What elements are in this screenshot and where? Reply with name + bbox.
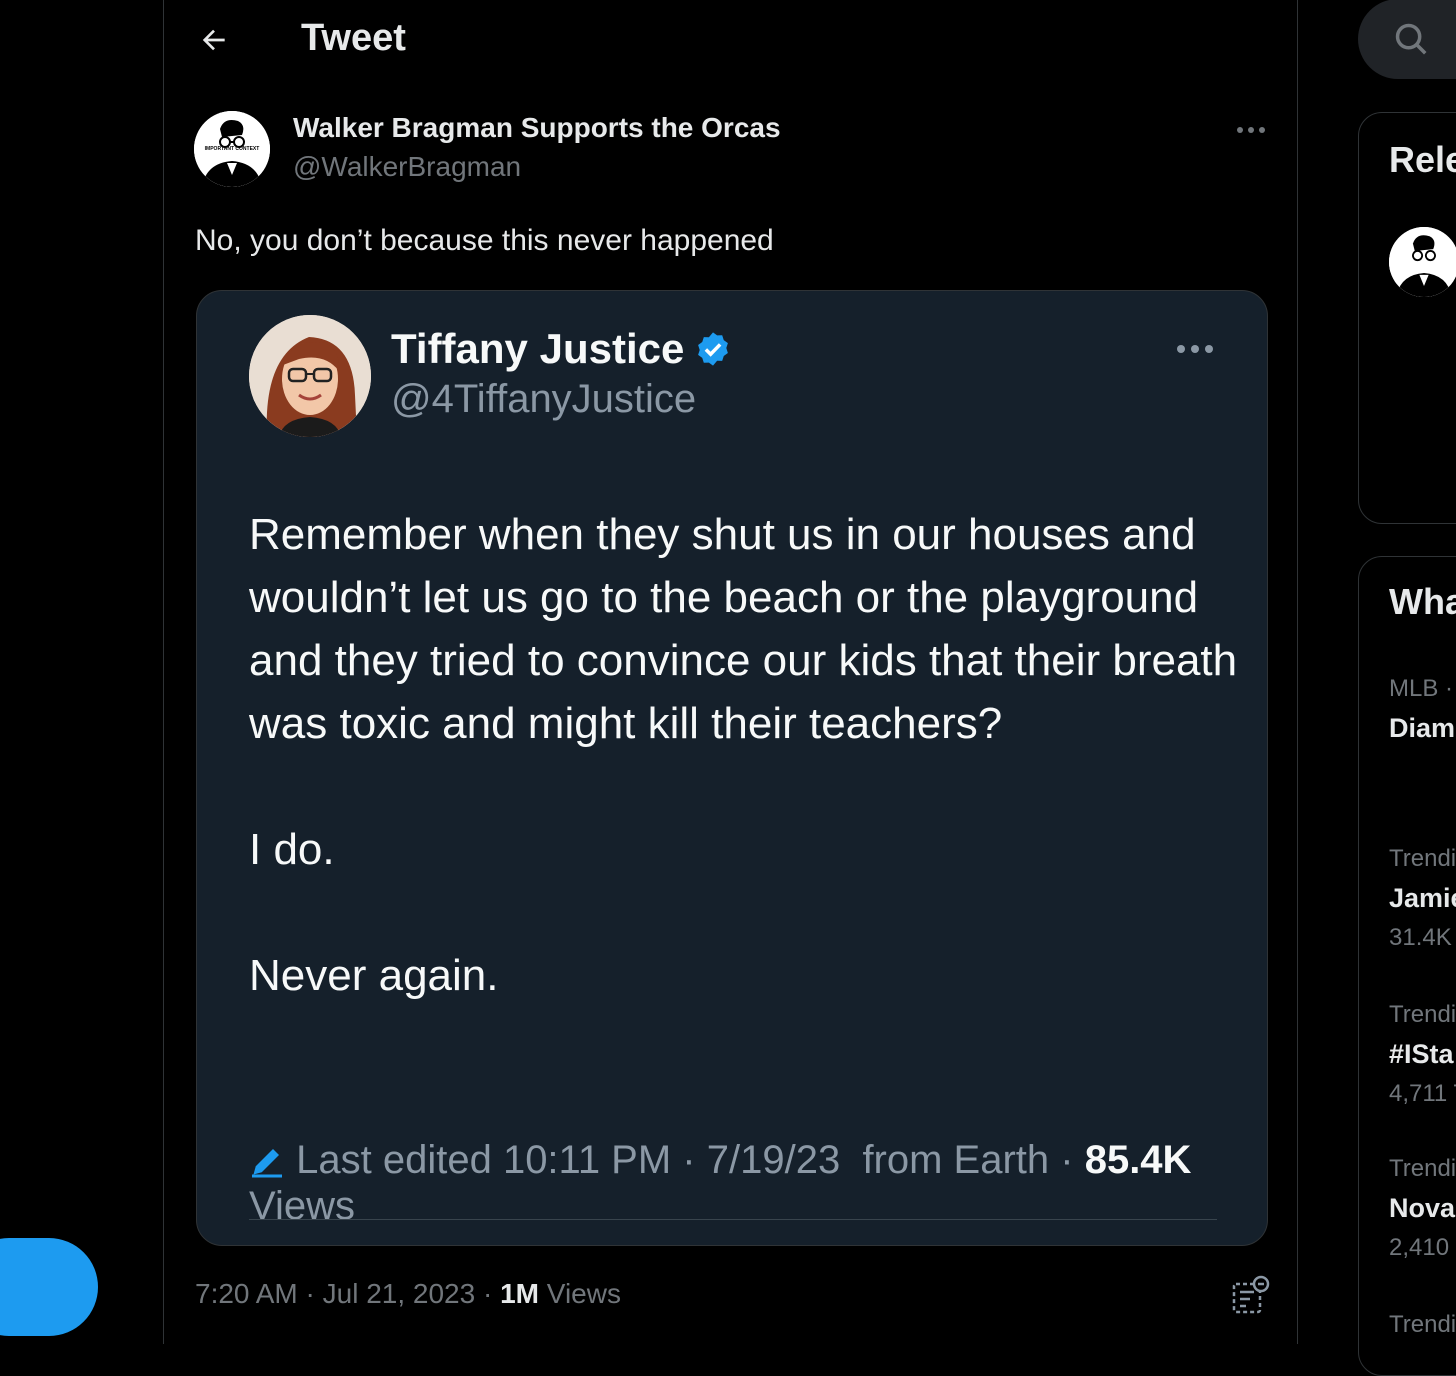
caricature-avatar-icon [1389,227,1456,297]
trend-context: Trendi [1389,1155,1456,1182]
tweet-source: from Earth [862,1138,1050,1182]
quoted-views-count: 85.4K [1084,1138,1192,1182]
whats-happening-card: Wha MLB · Diam Trendi Jamie 31.4K Trendi… [1358,556,1456,1376]
left-column-divider [163,0,164,1344]
trend-item[interactable]: Trendi #ISta 4,711 T [1389,1001,1456,1108]
author-handle[interactable]: @WalkerBragman [293,151,521,183]
verified-badge-icon [698,332,729,366]
portrait-avatar-icon [249,315,371,437]
tweet-views-label: Views [546,1278,621,1309]
relevant-people-card: Rele [1358,112,1456,524]
search-icon [1395,23,1427,55]
tweet-timestamp-row: 7:20 AM · Jul 21, 2023 · 1M Views [195,1278,621,1309]
trend-item[interactable]: Trendi Jamie 31.4K [1389,845,1456,952]
quoted-paragraph: I do. [249,825,335,874]
whats-happening-heading: Wha [1389,581,1456,622]
trend-title: Nova [1389,1193,1456,1223]
trend-context: MLB · [1389,675,1454,702]
right-column-divider [1297,0,1298,1344]
quoted-more-options-button[interactable] [1173,331,1217,367]
quoted-tweet-card[interactable]: Tiffany Justice @4TiffanyJustice Remembe… [196,290,1268,1246]
trend-context: Trendi [1389,845,1456,872]
quoted-tweet-text: Remember when they shut us in our houses… [249,503,1239,1007]
edited-date: 7/19/23 [706,1138,841,1182]
quoted-views-label: Views [249,1184,355,1228]
analytics-button[interactable] [1228,1274,1272,1318]
back-button[interactable] [192,18,236,62]
trend-count: 2,410 [1389,1234,1450,1261]
tweet-text: No, you don’t because this never happene… [195,224,774,257]
avatar-caption: IMPORTANT CONTEXT [204,146,260,152]
tweet-date[interactable]: Jul 21, 2023 [323,1278,476,1309]
trend-context: Trendi [1389,1311,1456,1338]
trend-title: Diam [1389,713,1456,743]
quoted-author-handle[interactable]: @4TiffanyJustice [391,377,696,422]
trend-title: #ISta [1389,1039,1454,1069]
page-title: Tweet [301,17,406,59]
quoted-tweet-meta: Last edited 10:11 PM · 7/19/23 from Eart… [249,1138,1192,1228]
relevant-people-heading: Rele [1389,139,1456,180]
trend-item[interactable]: MLB · Diam [1389,675,1455,744]
trend-count: 31.4K [1389,924,1452,951]
trend-context: Trendi [1389,1001,1456,1028]
analytics-icon [1232,1275,1270,1314]
relevant-person-avatar[interactable] [1389,227,1456,297]
compose-tweet-button[interactable] [0,1238,98,1336]
edit-pencil-icon[interactable] [249,1143,285,1179]
search-button[interactable] [1392,20,1430,58]
trend-item[interactable]: Trendi [1389,1311,1456,1339]
quoted-author-name-row[interactable]: Tiffany Justice [391,325,732,373]
more-icon [1237,127,1265,133]
quoted-author-avatar[interactable] [249,315,371,437]
more-icon [1177,345,1213,353]
quoted-divider [249,1219,1217,1220]
tweet-time[interactable]: 7:20 AM [195,1278,298,1309]
trend-count: 4,711 T [1389,1080,1456,1107]
quoted-paragraph: Never again. [249,951,499,1000]
tweet-views-count: 1M [500,1278,539,1309]
back-arrow-icon [202,29,225,51]
trend-title: Jamie [1389,883,1456,913]
author-name[interactable]: Walker Bragman Supports the Orcas [293,112,781,144]
trend-item[interactable]: Trendi Nova 2,410 [1389,1155,1456,1262]
edited-label[interactable]: Last edited 10:11 PM [296,1138,671,1182]
more-options-button[interactable] [1232,112,1270,148]
quoted-author-name: Tiffany Justice [391,325,685,372]
quoted-paragraph: Remember when they shut us in our houses… [249,510,1238,748]
